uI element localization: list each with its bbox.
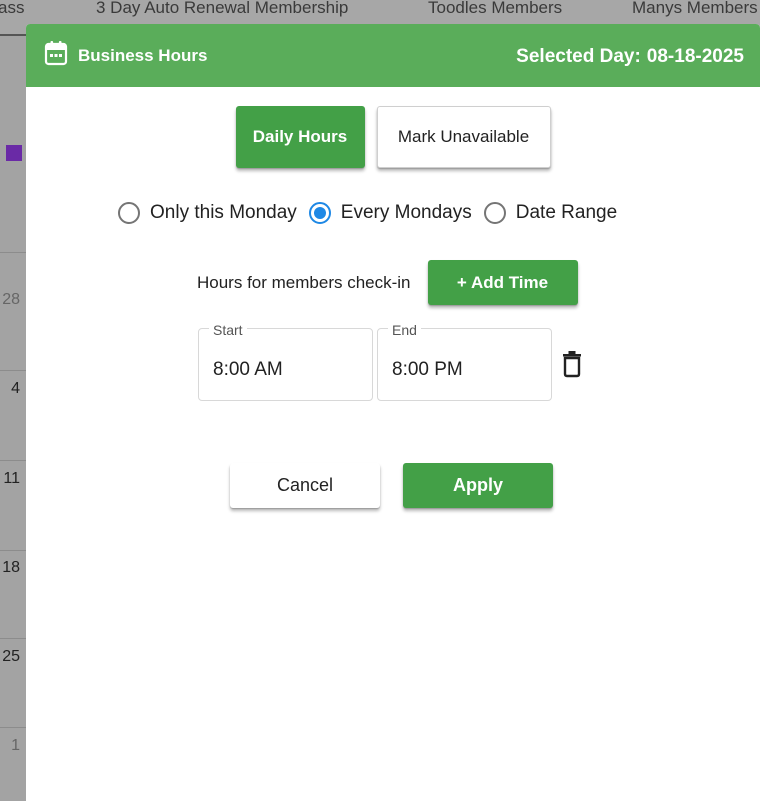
radio-every-mondays[interactable]: Every Mondays bbox=[308, 202, 472, 224]
bg-calendar-row-divider bbox=[0, 252, 26, 253]
radio-only-this-monday[interactable]: Only this Monday bbox=[118, 202, 297, 224]
radio-label: Every Mondays bbox=[340, 202, 472, 223]
selected-day: Selected Day: 08-18-2025 bbox=[516, 46, 744, 68]
bg-calendar-day: 18 bbox=[2, 559, 20, 576]
dialog-title: Business Hours bbox=[78, 45, 208, 65]
background-calendar-strip: 28 4 11 18 25 1 bbox=[0, 36, 26, 801]
cancel-button[interactable]: Cancel bbox=[230, 463, 380, 508]
daily-hours-button[interactable]: Daily Hours bbox=[235, 106, 365, 168]
bg-calendar-day: 11 bbox=[3, 470, 20, 487]
start-time-label: Start bbox=[209, 322, 247, 338]
bg-tab-toodles-members: Toodles Members bbox=[428, 0, 563, 17]
bg-tab-class: ass bbox=[0, 0, 25, 17]
dialog-header: Business Hours Selected Day: 08-18-2025 bbox=[26, 24, 760, 87]
radio-button[interactable] bbox=[483, 202, 506, 224]
selected-day-label: Selected Day: bbox=[516, 45, 641, 67]
add-time-button[interactable]: + Add Time bbox=[427, 260, 578, 305]
selected-day-value: 08-18-2025 bbox=[646, 45, 744, 67]
checkin-hours-label: Hours for members check-in bbox=[197, 272, 411, 292]
radio-label: Date Range bbox=[515, 202, 618, 223]
mode-toggle-group: Daily Hours Mark Unavailable bbox=[26, 106, 760, 168]
radio-button[interactable] bbox=[118, 202, 140, 224]
bg-calendar-day: 25 bbox=[2, 648, 20, 665]
end-time-value[interactable]: 8:00 PM bbox=[392, 359, 463, 381]
bg-tab-3-day-auto-renewal: 3 Day Auto Renewal Membership bbox=[96, 0, 349, 17]
start-time-value[interactable]: 8:00 AM bbox=[213, 359, 283, 381]
bg-tab-manys-members: Manys Members bbox=[632, 0, 758, 17]
bg-calendar-row-divider bbox=[0, 727, 26, 728]
radio-button-selected[interactable] bbox=[308, 202, 331, 224]
bg-calendar-day: 28 bbox=[2, 291, 20, 308]
checkin-hours-row: Hours for members check-in + Add Time bbox=[197, 260, 578, 305]
calendar-icon bbox=[44, 40, 68, 71]
bg-calendar-row-divider bbox=[0, 638, 26, 639]
dialog-title-group: Business Hours bbox=[44, 40, 207, 71]
start-time-field[interactable]: Start 8:00 AM bbox=[198, 322, 373, 401]
bg-event-swatch bbox=[6, 145, 22, 161]
end-time-field[interactable]: End 8:00 PM bbox=[377, 322, 552, 401]
recurrence-radio-group: Only this Monday Every Mondays Date Rang… bbox=[118, 202, 629, 224]
business-hours-dialog: Business Hours Selected Day: 08-18-2025 … bbox=[26, 24, 760, 801]
bg-calendar-row-divider bbox=[0, 460, 26, 461]
radio-label: Only this Monday bbox=[150, 202, 297, 223]
trash-icon[interactable] bbox=[560, 350, 584, 378]
bg-calendar-day: 4 bbox=[11, 380, 20, 397]
apply-button[interactable]: Apply bbox=[403, 463, 553, 508]
radio-date-range[interactable]: Date Range bbox=[483, 202, 618, 224]
dialog-actions: Cancel Apply bbox=[230, 463, 553, 508]
end-time-label: End bbox=[388, 322, 421, 338]
mark-unavailable-button[interactable]: Mark Unavailable bbox=[376, 106, 551, 168]
bg-calendar-row-divider bbox=[0, 550, 26, 551]
bg-calendar-row-divider bbox=[0, 370, 26, 371]
bg-calendar-day: 1 bbox=[11, 737, 20, 754]
